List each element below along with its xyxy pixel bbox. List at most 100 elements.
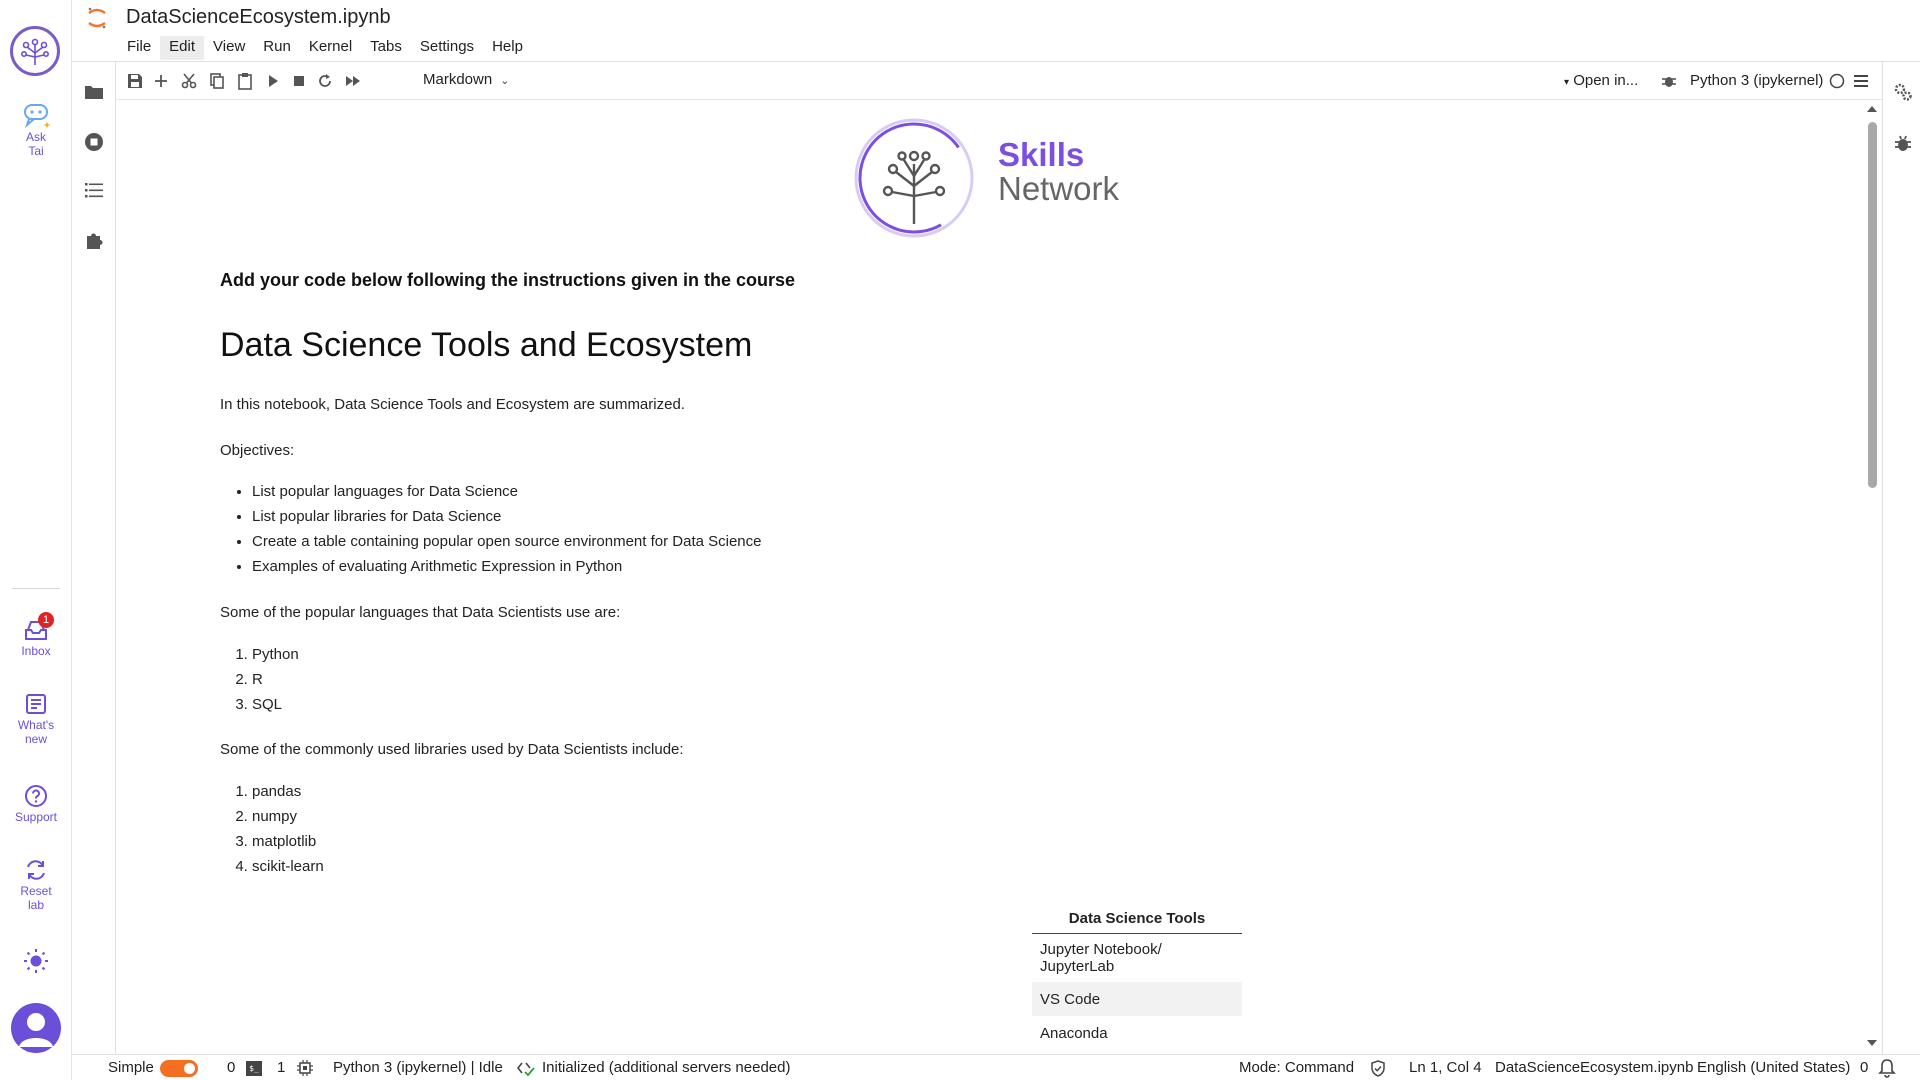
menu-help[interactable]: Help: [483, 36, 532, 60]
simple-mode-toggle[interactable]: [160, 1060, 198, 1077]
scroll-down-arrow-icon[interactable]: [1864, 1038, 1880, 1048]
folder-icon[interactable]: [84, 82, 104, 102]
inbox-button[interactable]: 1 Inbox: [0, 612, 72, 658]
debugger-bug-icon[interactable]: [1893, 134, 1913, 154]
data-science-tools-table: Data Science Tools Jupyter Notebook/ Jup…: [1032, 904, 1242, 1050]
ask-label-line1: Ask: [25, 130, 46, 144]
jupyter-logo-icon: [88, 7, 106, 29]
add-cell-icon[interactable]: [152, 72, 170, 90]
status-file-name: DataScienceEcosystem.ipynb: [1495, 1059, 1694, 1076]
caret-down-icon: ▾: [1564, 77, 1570, 88]
bell-icon[interactable]: [1878, 1058, 1896, 1078]
simple-mode-label: Simple: [108, 1059, 154, 1076]
newspaper-icon: [26, 694, 46, 714]
languages-intro: Some of the popular languages that Data …: [220, 604, 621, 621]
scroll-up-arrow-icon[interactable]: [1864, 104, 1880, 114]
right-sidebar: [1882, 62, 1920, 1054]
user-icon: [19, 1013, 53, 1047]
list-item: matplotlib: [252, 829, 1780, 854]
kernel-name-button[interactable]: Python 3 (ipykernel): [1690, 72, 1823, 89]
save-icon[interactable]: [126, 72, 144, 90]
menu-run[interactable]: Run: [254, 36, 300, 60]
ask-tai-button[interactable]: Ask Tai: [0, 102, 72, 158]
skills-network-logo[interactable]: [10, 26, 60, 76]
libraries-intro: Some of the commonly used libraries used…: [220, 741, 684, 758]
chat-bot-icon: [24, 104, 50, 128]
property-inspector-gears-icon[interactable]: [1893, 82, 1913, 102]
support-button[interactable]: Support: [0, 784, 72, 824]
open-in-dropdown[interactable]: ▾ Open in...: [1564, 72, 1638, 89]
shield-check-icon[interactable]: [1370, 1060, 1386, 1077]
table-header: Data Science Tools: [1032, 904, 1242, 934]
activity-bar: [72, 62, 116, 1054]
list-item: scikit-learn: [252, 854, 1780, 879]
ask-label-line2: Tai: [28, 144, 44, 158]
list-item: Python: [252, 642, 1780, 667]
jupyter-topbar: DataScienceEcosystem.ipynb File Edit Vie…: [72, 0, 1920, 62]
libraries-list: pandas numpy matplotlib scikit-learn: [220, 779, 1780, 879]
table-cell: VS Code: [1032, 982, 1242, 1016]
table-of-contents-icon[interactable]: [84, 180, 104, 200]
notebook-toolbar: Markdown ⌄ ▾ Open in... Python 3 (ipykern…: [116, 62, 1882, 100]
scrollbar-thumb[interactable]: [1868, 122, 1877, 488]
theme-toggle-button[interactable]: [0, 948, 72, 976]
list-item: Create a table containing popular open s…: [252, 529, 1780, 554]
refresh-icon: [27, 860, 45, 880]
mode-indicator: Mode: Command: [1239, 1059, 1355, 1076]
restart-kernel-icon[interactable]: [316, 72, 334, 90]
table-row: Jupyter Notebook/ JupyterLab: [1032, 934, 1242, 983]
menu-bar: File Edit View Run Kernel Tabs Settings …: [118, 36, 532, 60]
user-avatar[interactable]: [11, 1003, 61, 1053]
skills-network-banner: Skills Network: [852, 116, 1152, 240]
list-item: List popular libraries for Data Science: [252, 504, 1780, 529]
notebook-title: Data Science Tools and Ecosystem: [220, 326, 753, 364]
copy-icon[interactable]: [208, 72, 226, 90]
menu-kernel[interactable]: Kernel: [300, 36, 361, 60]
reset-label-line2: lab: [27, 898, 44, 912]
chevron-down-icon: ⌄: [500, 75, 510, 87]
menu-tabs[interactable]: Tabs: [361, 36, 411, 60]
interrupt-kernel-icon[interactable]: [290, 72, 308, 90]
cursor-position[interactable]: Ln 1, Col 4: [1409, 1059, 1482, 1076]
table-cell: Anaconda: [1040, 1024, 1108, 1042]
document-title: DataScienceEcosystem.ipynb: [126, 6, 391, 28]
hamburger-menu-icon[interactable]: [1852, 72, 1870, 90]
list-item: Examples of evaluating Arithmetic Expres…: [252, 554, 1780, 579]
debug-bug-icon[interactable]: [1660, 72, 1678, 90]
reset-lab-button[interactable]: Reset lab: [0, 858, 72, 912]
running-stop-icon[interactable]: [84, 132, 104, 152]
sun-icon: [24, 949, 48, 973]
kernel-status-text[interactable]: Python 3 (ipykernel) | Idle: [333, 1059, 503, 1076]
banner-line2: Network: [998, 170, 1120, 207]
language-indicator[interactable]: English (United States): [1697, 1059, 1850, 1076]
cell-type-value: Markdown: [423, 71, 493, 88]
skills-network-tree-logo-icon: [854, 118, 974, 238]
table-cell: Jupyter Notebook/ JupyterLab: [1040, 941, 1162, 975]
cut-icon[interactable]: [180, 72, 198, 90]
menu-file[interactable]: File: [118, 36, 160, 60]
cell-type-select[interactable]: Markdown ⌄: [423, 71, 509, 88]
reset-label-line1: Reset: [20, 884, 52, 898]
terminal-count[interactable]: 0: [227, 1059, 235, 1076]
whats-new-button[interactable]: What's new: [0, 692, 72, 746]
restart-run-all-icon[interactable]: [344, 72, 362, 90]
tree-icon: [20, 38, 49, 65]
lsp-status-text[interactable]: Initialized (additional servers needed): [542, 1059, 790, 1076]
whats-new-label-line1: What's: [17, 718, 55, 732]
paste-icon[interactable]: [236, 72, 254, 90]
table-row: Anaconda: [1032, 1016, 1242, 1050]
notebook-scrollbar[interactable]: [1864, 100, 1880, 1054]
menu-view[interactable]: View: [204, 36, 254, 60]
languages-list: Python R SQL: [220, 642, 1780, 717]
kernel-chip-icon: [297, 1060, 313, 1076]
list-item: numpy: [252, 804, 1780, 829]
table-row: VS Code: [1032, 982, 1242, 1016]
run-cell-icon[interactable]: [264, 72, 282, 90]
extension-puzzle-icon[interactable]: [84, 230, 104, 250]
kernel-count[interactable]: 1: [277, 1059, 285, 1076]
menu-edit[interactable]: Edit: [160, 36, 205, 60]
objectives-list: List popular languages for Data Science …: [220, 479, 1780, 579]
menu-settings[interactable]: Settings: [411, 36, 483, 60]
objectives-label: Objectives:: [220, 442, 295, 459]
support-label: Support: [14, 810, 58, 824]
